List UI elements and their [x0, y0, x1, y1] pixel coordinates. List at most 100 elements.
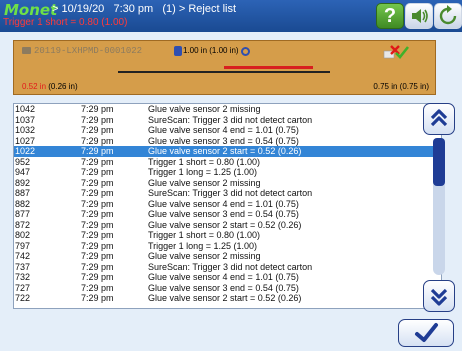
speaker-icon	[412, 9, 428, 23]
header-bar: Monet > 10/19/20 7:30 pm (1) > Reject li…	[0, 0, 462, 32]
reject-time: 7:29 pm	[81, 282, 114, 293]
reject-message: SureScan: Trigger 3 did not detect carto…	[148, 261, 313, 272]
reject-time: 7:29 pm	[81, 293, 114, 303]
reject-message: Glue valve sensor 2 missing	[148, 104, 261, 114]
reject-message: Trigger 1 short = 0.80 (1.00)	[148, 156, 260, 167]
reject-id: 742	[15, 251, 31, 261]
reject-time: 7:29 pm	[81, 261, 114, 272]
reject-id: 732	[15, 272, 31, 282]
list-item[interactable]: 882 7:29 pm Glue valve sensor 4 end = 1.01…	[14, 199, 441, 210]
reject-id: 947	[15, 167, 31, 177]
reject-message: Glue valve sensor 4 end = 1.01 (0.75)	[148, 198, 299, 209]
reject-id: 1032	[15, 125, 36, 135]
list-item[interactable]: 1042 7:29 pm Glue valve sensor 2 missing	[14, 104, 441, 115]
reject-time: 7:29 pm	[81, 272, 114, 282]
reject-message: Glue valve sensor 2 start = 0.52 (0.26)	[148, 219, 302, 230]
sensor-icon	[174, 46, 182, 56]
reject-time: 7:29 pm	[81, 104, 114, 114]
double-chevron-down-icon	[430, 288, 448, 306]
scroll-up-button[interactable]	[423, 103, 455, 135]
reject-icon	[383, 45, 410, 59]
breadcrumb: > 10/19/20 7:30 pm (1) > Reject list	[52, 3, 237, 15]
left-measure: 0.52 in (0.26 in)	[22, 82, 78, 91]
list-item[interactable]: 1022 7:29 pm Glue valve sensor 2 start = 0…	[14, 146, 441, 157]
list-item[interactable]: 892 7:29 pm Glue valve sensor 2 missing	[14, 178, 441, 189]
right-measure: 0.75 in (0.75 in)	[373, 82, 429, 91]
list-item[interactable]: 1027 7:29 pm Glue valve sensor 3 end = 0.5…	[14, 136, 441, 147]
list-item[interactable]: 1032 7:29 pm Glue valve sensor 4 end = 1.0…	[14, 125, 441, 136]
list-item[interactable]: 737 7:29 pm SureScan: Trigger 3 did not de…	[14, 262, 441, 273]
refresh-button[interactable]	[434, 3, 462, 29]
list-item[interactable]: 947 7:29 pm Trigger 1 long = 1.25 (1.00)	[14, 167, 441, 178]
reject-id: 802	[15, 230, 31, 240]
reject-time: 7:29 pm	[81, 209, 114, 219]
reject-time: 7:29 pm	[81, 167, 114, 177]
left-measure-value: 0.52 in	[22, 82, 47, 91]
reject-list[interactable]: 1042 7:29 pm Glue valve sensor 2 missing 10…	[13, 103, 442, 309]
reject-time: 7:29 pm	[81, 188, 114, 198]
list-item[interactable]: 872 7:29 pm Glue valve sensor 2 start = 0.…	[14, 220, 441, 231]
reject-id: 952	[15, 156, 31, 167]
reject-time: 7:29 pm	[81, 146, 114, 156]
list-item[interactable]: 732 7:29 pm Glue valve sensor 4 end = 1.01…	[14, 272, 441, 283]
list-item[interactable]: 727 7:29 pm Glue valve sensor 3 end = 0.54…	[14, 283, 441, 294]
reject-id: 727	[15, 282, 31, 293]
sensor-panel: 20119-LXHPMD-0001022 1.00 in (1.00 in) 0…	[13, 40, 436, 95]
glue-segment-red	[224, 66, 313, 69]
reject-id: 1022	[15, 146, 36, 156]
list-item[interactable]: 742 7:29 pm Glue valve sensor 2 missing	[14, 251, 441, 262]
list-item[interactable]: 1037 7:29 pm SureScan: Trigger 3 did not d…	[14, 115, 441, 126]
reject-id: 737	[15, 261, 31, 272]
reject-time: 7:29 pm	[81, 198, 114, 209]
center-value-text: 1.00 in (1.00 in)	[183, 46, 239, 56]
reject-message: Glue valve sensor 2 missing	[148, 251, 261, 261]
reject-time: 7:29 pm	[81, 125, 114, 135]
list-item[interactable]: 887 7:29 pm SureScan: Trigger 3 did not de…	[14, 188, 441, 199]
reject-id: 1042	[15, 104, 36, 114]
left-measure-ref: (0.26 in)	[46, 82, 78, 91]
sound-button[interactable]	[405, 3, 433, 29]
scroll-thumb[interactable]	[433, 138, 445, 186]
scroll-down-button[interactable]	[423, 280, 455, 312]
reject-message: Glue valve sensor 3 end = 0.54 (0.75)	[148, 209, 299, 219]
reject-id: 892	[15, 177, 31, 188]
reject-message: Trigger 1 short = 0.80 (1.00)	[148, 230, 260, 240]
reject-time: 7:29 pm	[81, 114, 114, 125]
reject-time: 7:29 pm	[81, 219, 114, 230]
reject-id: 722	[15, 293, 31, 303]
list-item[interactable]: 802 7:29 pm Trigger 1 short = 0.80 (1.00)	[14, 230, 441, 241]
reject-message: Glue valve sensor 3 end = 0.54 (0.75)	[148, 135, 299, 146]
reject-message: Trigger 1 long = 1.25 (1.00)	[148, 167, 257, 177]
product-id: 20119-LXHPMD-0001022	[22, 46, 142, 56]
product-icon	[22, 47, 31, 55]
reject-time: 7:29 pm	[81, 177, 114, 188]
reject-message: Glue valve sensor 4 end = 1.01 (0.75)	[148, 272, 299, 282]
reject-id: 797	[15, 240, 31, 251]
help-button[interactable]: ?	[376, 3, 404, 29]
double-chevron-up-icon	[430, 109, 448, 127]
reject-id: 1027	[15, 135, 36, 146]
list-item[interactable]: 722 7:29 pm Glue valve sensor 2 start = 0.…	[14, 293, 441, 304]
reject-id: 877	[15, 209, 31, 219]
checkmark-icon	[415, 323, 438, 342]
reject-time: 7:29 pm	[81, 135, 114, 146]
refresh-icon	[439, 5, 457, 25]
list-item[interactable]: 952 7:29 pm Trigger 1 short = 0.80 (1.00)	[14, 157, 441, 168]
reject-id: 887	[15, 188, 31, 198]
reject-time: 7:29 pm	[81, 240, 114, 251]
reject-time: 7:29 pm	[81, 251, 114, 261]
reject-id: 1037	[15, 114, 36, 125]
product-id-text: 20119-LXHPMD-0001022	[34, 46, 143, 56]
status-subtitle: Trigger 1 short = 0.80 (1.00)	[3, 17, 128, 28]
list-item[interactable]: 797 7:29 pm Trigger 1 long = 1.25 (1.00)	[14, 241, 441, 252]
help-icon: ?	[383, 5, 397, 27]
reject-message: Glue valve sensor 4 end = 1.01 (0.75)	[148, 125, 299, 135]
list-item[interactable]: 877 7:29 pm Glue valve sensor 3 end = 0.54…	[14, 209, 441, 220]
reject-message: Glue valve sensor 3 end = 0.54 (0.75)	[148, 282, 299, 293]
glue-line	[118, 71, 330, 73]
reject-message: Trigger 1 long = 1.25 (1.00)	[148, 240, 257, 251]
reject-time: 7:29 pm	[81, 156, 114, 167]
center-value: 1.00 in (1.00 in)	[174, 46, 250, 56]
gear-icon	[240, 46, 250, 56]
ok-button[interactable]	[398, 319, 454, 347]
